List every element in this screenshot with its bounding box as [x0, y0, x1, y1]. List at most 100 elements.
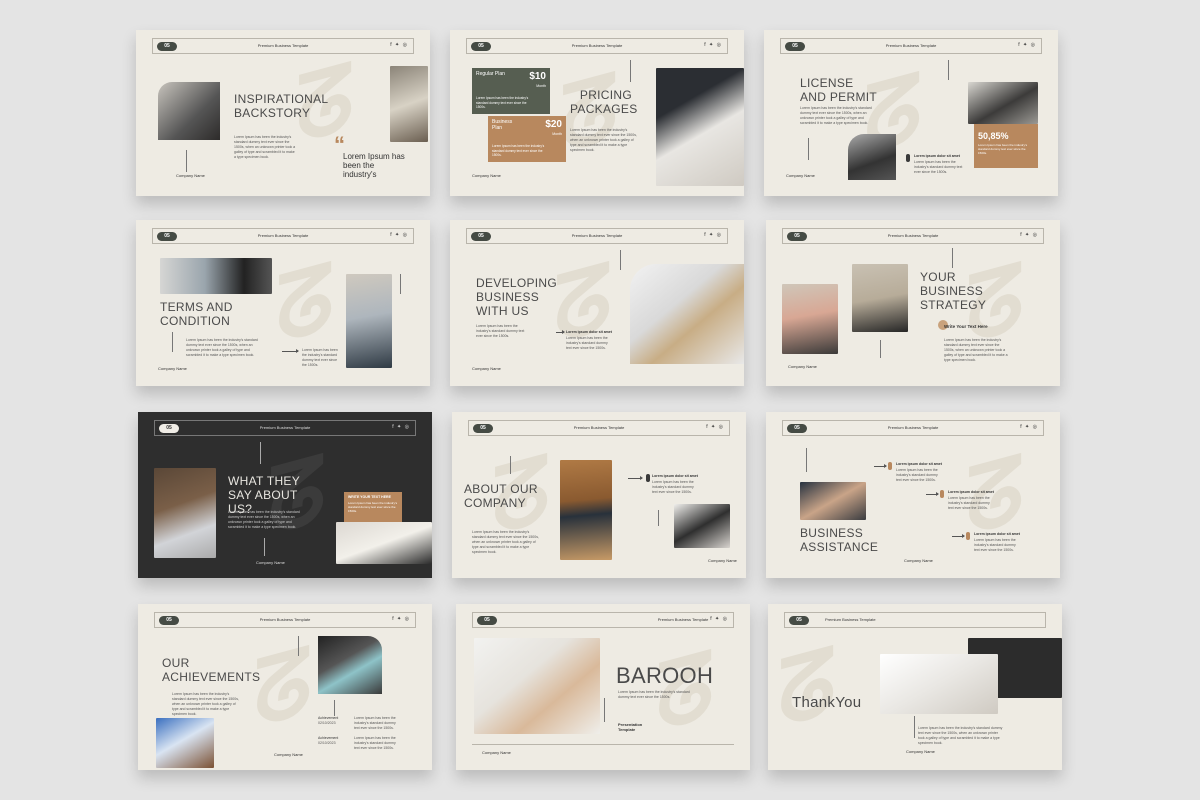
arrow-icon — [282, 349, 299, 353]
achievement-date: 02/10/2023 — [318, 741, 336, 745]
divider-line — [620, 250, 621, 270]
slide-testimonials[interactable]: 05 Premium Business Template f ✦ ◎ ᘔ WHA… — [138, 412, 432, 578]
social-icons: f ✦ ◎ — [390, 42, 408, 48]
meeting-photo — [782, 284, 838, 354]
header-title: Premium Business Template — [259, 617, 311, 622]
slide-body-text: Lorem Ipsum has been the industry's stan… — [800, 106, 872, 125]
header-title: Premium Business Template — [257, 233, 309, 238]
regular-plan-card[interactable]: Regular Plan $10 Month Lorem Ipsum has b… — [472, 68, 550, 114]
plan-price: $20 — [545, 119, 562, 130]
divider-line — [510, 456, 511, 474]
list-bullet — [940, 490, 944, 498]
cover-title: BAROOH — [616, 663, 714, 688]
social-icons: f ✦ ◎ — [1020, 424, 1038, 430]
list-item-title: Lorem ipsum dolor sit amet — [566, 330, 612, 334]
header-title: Premium Business Template — [571, 43, 623, 48]
slide-title: LICENSE AND PERMIT — [800, 76, 878, 104]
slide-cover-barooh[interactable]: 05 Premium Business Template f ✦ ◎ ᘔ BAR… — [456, 604, 750, 770]
slide-license-and-permit[interactable]: 05 Premium Business Template f ✦ ◎ ᘔ LIC… — [764, 30, 1058, 196]
desk-items-photo — [630, 264, 744, 364]
social-icons: f ✦ ◎ — [710, 616, 728, 622]
plan-label: Business Plan — [492, 119, 513, 131]
social-icons: f ✦ ◎ — [390, 232, 408, 238]
header-title: Premium Business Template — [573, 425, 625, 430]
divider-line — [172, 332, 173, 352]
list-item-title: Lorem ipsum dolor sit amet — [974, 532, 1020, 536]
slide-body-text: Lorem Ipsum has been the industry's stan… — [472, 530, 539, 554]
slide-number-badge: 05 — [789, 616, 809, 625]
list-bullet — [888, 462, 892, 470]
slide-terms-and-condition[interactable]: 05 Premium Business Template f ✦ ◎ ᘔ TER… — [136, 220, 430, 386]
slide-title: BUSINESS ASSISTANCE — [800, 526, 879, 554]
slide-body-text: Lorem Ipsum has been the industry's stan… — [186, 338, 258, 357]
phone-photo — [560, 460, 612, 560]
slide-header: 05 Premium Business Template f ✦ ◎ — [472, 612, 734, 628]
slide-body-text: Lorem Ipsum has been the industry's stan… — [172, 692, 239, 716]
slide-business-strategy[interactable]: 05 Premium Business Template f ✦ ◎ ᘔ YOU… — [766, 220, 1060, 386]
handshake-photo — [800, 482, 866, 520]
social-icons: f ✦ ◎ — [392, 616, 410, 622]
plan-price: $10 — [529, 71, 546, 82]
slide-thank-you[interactable]: 05 Premium Business Template ᘔ ThankYou … — [768, 604, 1062, 770]
slide-business-assistance[interactable]: 05 Premium Business Template f ✦ ◎ ᘔ BUS… — [766, 412, 1060, 578]
social-icons: f ✦ ◎ — [706, 424, 724, 430]
divider-line — [334, 700, 335, 716]
social-icons: f ✦ ◎ — [704, 42, 722, 48]
quote-text: Lorem Ipsum has been the industry's — [343, 152, 405, 179]
arrow-icon — [952, 534, 965, 538]
slide-pricing-packages[interactable]: 05 Premium Business Template f ✦ ◎ ᘔ Reg… — [450, 30, 744, 196]
header-title: Premium Business Template — [257, 43, 309, 48]
business-plan-card[interactable]: Business Plan $20 Month Lorem Ipsum has … — [488, 116, 566, 162]
handshake-photo — [674, 504, 730, 548]
social-icons: f ✦ ◎ — [1020, 232, 1038, 238]
divider-line — [186, 150, 187, 172]
header-title: Premium Business Template — [571, 233, 623, 238]
achievement-text: Lorem Ipsum has been the industry's stan… — [354, 736, 396, 750]
strategy-subtitle: Write Your Text Here — [944, 324, 988, 329]
company-name: Company Name — [904, 558, 933, 563]
signing-photo — [656, 68, 744, 186]
company-name: Company Name — [482, 750, 511, 755]
slide-body-text: Lorem Ipsum has been the industry's stan… — [476, 324, 525, 338]
list-item-text: Lorem Ipsum has been the industry's stan… — [566, 336, 608, 350]
plan-desc: Lorem Ipsum has been the industry's stan… — [492, 144, 545, 157]
plan-desc: Lorem Ipsum has been the industry's stan… — [476, 96, 529, 109]
divider-line — [658, 510, 659, 526]
arrow-icon — [926, 492, 939, 496]
list-item-title: Lorem ipsum dolor sit amet — [896, 462, 942, 466]
stat-value: 50,85% — [978, 131, 1009, 141]
divider-line — [948, 60, 949, 80]
slide-body-text: Lorem Ipsum has been the industry's stan… — [234, 135, 296, 159]
divider-line — [806, 448, 807, 472]
list-bullet — [906, 154, 910, 162]
header-title: Premium Business Template — [885, 43, 937, 48]
plan-unit: Month — [536, 84, 546, 88]
workspace-photo — [852, 264, 908, 332]
company-name: Company Name — [274, 752, 303, 757]
slide-header: 05 Premium Business Template f ✦ ◎ — [780, 38, 1042, 54]
slide-developing-business[interactable]: 05 Premium Business Template f ✦ ◎ ᘔ DEV… — [450, 220, 744, 386]
watermark-logo: ᘔ — [254, 631, 313, 747]
social-icons: f ✦ ◎ — [1018, 42, 1036, 48]
slide-title: PRICING PACKAGES — [570, 88, 638, 116]
list-bullet — [646, 474, 650, 482]
arrow-text: Lorem Ipsum has been the industry's stan… — [302, 348, 338, 367]
slide-header: 05 Premium Business Template f ✦ ◎ — [152, 38, 414, 54]
slide-about-company[interactable]: 05 Premium Business Template f ✦ ◎ ᘔ ABO… — [452, 412, 746, 578]
thank-you-title: ThankYou — [792, 694, 862, 711]
slide-title: TERMS AND CONDITION — [160, 300, 233, 328]
divider-line — [264, 538, 265, 556]
slide-header: 05 Premium Business Template f ✦ ◎ — [154, 420, 416, 436]
slide-header: 05 Premium Business Template f ✦ ◎ — [782, 420, 1044, 436]
slide-number-badge: 05 — [477, 616, 497, 625]
quote-mark-icon: “ — [334, 132, 346, 157]
laptop-desk-photo — [156, 718, 214, 768]
workspace-hands-photo — [474, 638, 600, 734]
slide-our-achievements[interactable]: 05 Premium Business Template f ✦ ◎ ᘔ OUR… — [138, 604, 432, 770]
plan-label: Regular Plan — [476, 71, 505, 77]
slide-inspirational-backstory[interactable]: 05 Premium Business Template f ✦ ◎ ᘔ INS… — [136, 30, 430, 196]
briefcase-photo — [848, 134, 896, 180]
notebook-photo — [318, 636, 382, 694]
callout-title: WRITE YOUR TEXT HERE — [348, 495, 391, 499]
office-supplies-photo — [880, 654, 998, 714]
